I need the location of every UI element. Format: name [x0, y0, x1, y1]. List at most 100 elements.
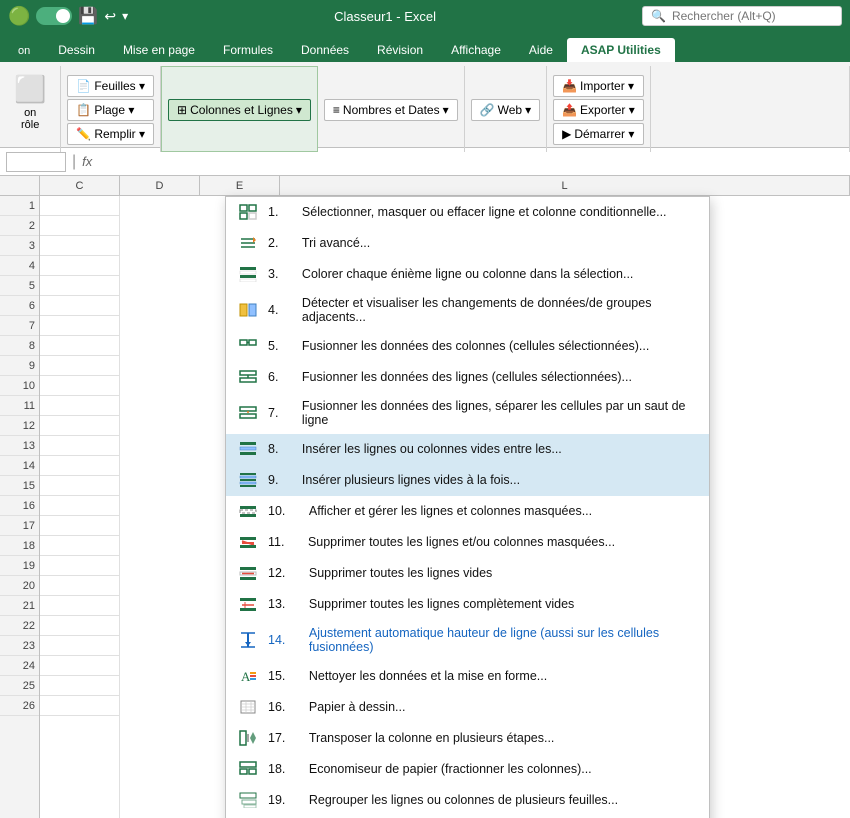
menu-item-8[interactable]: 8. Insérer les lignes ou colonnes vides … — [226, 434, 709, 465]
menu-label-2: 2. — [268, 236, 278, 250]
cell-c20[interactable] — [40, 576, 120, 596]
cell-c24[interactable] — [40, 656, 120, 676]
cell-c1[interactable] — [40, 196, 120, 216]
tab-asap[interactable]: ASAP Utilities — [567, 38, 675, 62]
cell-c25[interactable] — [40, 676, 120, 696]
menu-item-10[interactable]: 10. Afficher et gérer les lignes et colo… — [226, 496, 709, 527]
feuilles-icon: 📄 — [76, 79, 91, 93]
web-dropdown[interactable]: 🔗 Web ▾ — [471, 99, 540, 121]
cell-c13[interactable] — [40, 436, 120, 456]
menu-item-2[interactable]: 2. Tri avancé... — [226, 228, 709, 259]
tab-revision[interactable]: Révision — [363, 38, 437, 62]
tab-aide[interactable]: Aide — [515, 38, 567, 62]
menu-icon-11 — [238, 533, 258, 551]
menu-text-18: Economiseur de papier (fractionner les c… — [309, 762, 592, 776]
plage-dropdown[interactable]: 📋 Plage ▾ — [67, 99, 154, 121]
nombres-icon: ≡ — [333, 103, 340, 117]
title-bar-right: 🔍 — [642, 6, 842, 26]
cell-c22[interactable] — [40, 616, 120, 636]
cell-c11[interactable] — [40, 396, 120, 416]
menu-item-11[interactable]: 11. Supprimer toutes les lignes et/ou co… — [226, 527, 709, 558]
menu-item-1[interactable]: 1. Sélectionner, masquer ou effacer lign… — [226, 197, 709, 228]
importer-dropdown[interactable]: 📥 Importer ▾ — [553, 75, 644, 97]
cell-c9[interactable] — [40, 356, 120, 376]
tab-formules[interactable]: Formules — [209, 38, 287, 62]
menu-item-13[interactable]: 13. Supprimer toutes les lignes complète… — [226, 589, 709, 620]
menu-item-15[interactable]: A 15. Nettoyer les données et la mise en… — [226, 661, 709, 692]
cell-c19[interactable] — [40, 556, 120, 576]
cell-c26[interactable] — [40, 696, 120, 716]
menu-item-6[interactable]: 6. Fusionner les données des lignes (cel… — [226, 362, 709, 393]
undo-icon[interactable]: ↩ — [104, 8, 116, 25]
menu-item-9[interactable]: 9. Insérer plusieurs lignes vides à la f… — [226, 465, 709, 496]
menu-item-17[interactable]: 17. Transposer la colonne en plusieurs é… — [226, 723, 709, 754]
menu-label-11: 11. — [268, 535, 284, 549]
menu-icon-3 — [238, 265, 258, 283]
nombres-label: Nombres et Dates — [343, 103, 440, 117]
cell-c5[interactable] — [40, 276, 120, 296]
menu-item-16[interactable]: 16. Papier à dessin... — [226, 692, 709, 723]
menu-item-7[interactable]: 7. Fusionner les données des lignes, sép… — [226, 393, 709, 434]
col-header-d[interactable]: D — [120, 176, 200, 195]
menu-item-5[interactable]: 5. Fusionner les données des colonnes (c… — [226, 331, 709, 362]
menu-text-11: Supprimer toutes les lignes et/ou colonn… — [308, 535, 615, 549]
colonnes-chevron: ▾ — [296, 103, 302, 117]
menu-item-18[interactable]: 18. Economiseur de papier (fractionner l… — [226, 754, 709, 785]
cell-c21[interactable] — [40, 596, 120, 616]
selection-button[interactable]: ⬜ onrôle — [6, 70, 54, 135]
cell-c16[interactable] — [40, 496, 120, 516]
ribbon-tabs: on Dessin Mise en page Formules Données … — [0, 32, 850, 62]
cell-c10[interactable] — [40, 376, 120, 396]
feuilles-group-title — [67, 150, 154, 152]
cell-c15[interactable] — [40, 476, 120, 496]
search-bar[interactable]: 🔍 — [642, 6, 842, 26]
importer-icon: 📥 — [562, 79, 577, 93]
cell-c8[interactable] — [40, 336, 120, 356]
ribbon-group-colonnes: ⊞ Colonnes et Lignes ▾ — [161, 66, 318, 152]
remplir-dropdown[interactable]: ✏️ Remplir ▾ — [67, 123, 154, 145]
search-icon: 🔍 — [651, 9, 666, 23]
demarrer-icon: ▶ — [562, 127, 571, 141]
cell-c3[interactable] — [40, 236, 120, 256]
cell-c23[interactable] — [40, 636, 120, 656]
cell-c12[interactable] — [40, 416, 120, 436]
name-box[interactable] — [6, 152, 66, 172]
demarrer-dropdown[interactable]: ▶ Démarrer ▾ — [553, 123, 644, 145]
cell-c2[interactable] — [40, 216, 120, 236]
menu-text-10: Afficher et gérer les lignes et colonnes… — [309, 504, 592, 518]
colonnes-lignes-dropdown[interactable]: ⊞ Colonnes et Lignes ▾ — [168, 99, 311, 121]
col-header-l[interactable]: L — [280, 176, 850, 195]
menu-item-12[interactable]: 12. Supprimer toutes les lignes vides — [226, 558, 709, 589]
cell-c14[interactable] — [40, 456, 120, 476]
cell-c6[interactable] — [40, 296, 120, 316]
menu-item-14[interactable]: 14. Ajustement automatique hauteur de li… — [226, 620, 709, 661]
cell-c18[interactable] — [40, 536, 120, 556]
col-header-c[interactable]: C — [40, 176, 120, 195]
tab-dessin[interactable]: Dessin — [44, 38, 109, 62]
menu-icon-7 — [238, 404, 258, 422]
col-header-e[interactable]: E — [200, 176, 280, 195]
feuilles-dropdown[interactable]: 📄 Feuilles ▾ — [67, 75, 154, 97]
menu-label-13: 13. — [268, 597, 285, 611]
row-num-2: 2 — [0, 216, 39, 236]
nombres-dates-dropdown[interactable]: ≡ Nombres et Dates ▾ — [324, 99, 458, 121]
tab-affichage[interactable]: Affichage — [437, 38, 515, 62]
menu-text-1: Sélectionner, masquer ou effacer ligne e… — [302, 205, 667, 219]
tab-on[interactable]: on — [4, 40, 44, 62]
search-input[interactable] — [672, 9, 822, 23]
web-chevron: ▾ — [525, 103, 531, 117]
tab-mise-en-page[interactable]: Mise en page — [109, 38, 209, 62]
tab-donnees[interactable]: Données — [287, 38, 363, 62]
exporter-dropdown[interactable]: 📤 Exporter ▾ — [553, 99, 644, 121]
cell-c4[interactable] — [40, 256, 120, 276]
menu-item-4[interactable]: 4. Détecter et visualiser les changement… — [226, 290, 709, 331]
save-icon[interactable]: 💾 — [78, 6, 98, 26]
row-num-22: 22 — [0, 616, 39, 636]
autosave-toggle[interactable] — [36, 7, 72, 25]
cell-c7[interactable] — [40, 316, 120, 336]
menu-item-19[interactable]: 19. Regrouper les lignes ou colonnes de … — [226, 785, 709, 816]
cell-c17[interactable] — [40, 516, 120, 536]
formula-divider: | — [72, 153, 76, 171]
menu-text-8: Insérer les lignes ou colonnes vides ent… — [302, 442, 562, 456]
menu-item-3[interactable]: 3. Colorer chaque énième ligne ou colonn… — [226, 259, 709, 290]
